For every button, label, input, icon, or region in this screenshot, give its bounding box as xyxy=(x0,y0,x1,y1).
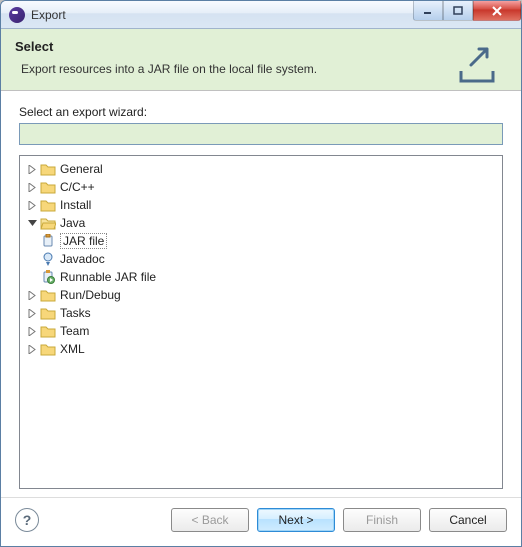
cancel-label: Cancel xyxy=(449,513,486,527)
next-label: Next > xyxy=(278,513,313,527)
collapse-icon[interactable] xyxy=(26,217,38,229)
tree-item-jar-file: JAR file xyxy=(22,232,500,250)
tree-row[interactable]: C/C++ xyxy=(22,178,500,196)
folder-open-icon xyxy=(40,215,56,231)
folder-icon xyxy=(40,161,56,177)
tree-item-team: Team xyxy=(22,322,500,340)
tree-row[interactable]: JAR file xyxy=(22,232,500,250)
folder-icon xyxy=(40,197,56,213)
expand-icon[interactable] xyxy=(26,325,38,337)
tree-label: Run/Debug xyxy=(60,288,121,302)
filter-input[interactable] xyxy=(19,123,503,145)
banner-description: Export resources into a JAR file on the … xyxy=(15,62,507,76)
folder-icon xyxy=(40,323,56,339)
tree-label: Runnable JAR file xyxy=(60,270,156,284)
folder-icon xyxy=(40,341,56,357)
tree-label: Javadoc xyxy=(60,252,105,266)
maximize-button[interactable] xyxy=(443,1,473,21)
expand-icon[interactable] xyxy=(26,163,38,175)
help-button[interactable]: ? xyxy=(15,508,39,532)
tree-row[interactable]: Javadoc xyxy=(22,250,500,268)
leaf-spacer xyxy=(26,253,38,265)
banner: Select Export resources into a JAR file … xyxy=(1,29,521,91)
expand-icon[interactable] xyxy=(26,307,38,319)
tree-item-install: Install xyxy=(22,196,500,214)
button-bar: ? < Back Next > Finish Cancel xyxy=(1,497,521,546)
close-button[interactable] xyxy=(473,1,521,21)
tree-row[interactable]: Tasks xyxy=(22,304,500,322)
tree-row[interactable]: Install xyxy=(22,196,500,214)
export-dialog: Export Select Export resources into a JA… xyxy=(0,0,522,547)
tree-row[interactable]: XML xyxy=(22,340,500,358)
tree-row[interactable]: Team xyxy=(22,322,500,340)
jar-icon xyxy=(40,233,56,249)
tree-label: Java xyxy=(60,216,85,230)
window-title: Export xyxy=(31,8,66,22)
tree-item-javadoc: Javadoc xyxy=(22,250,500,268)
tree-item-java: Java JAR file xyxy=(22,214,500,286)
banner-title: Select xyxy=(15,39,507,54)
tree-item-xml: XML xyxy=(22,340,500,358)
tree-row[interactable]: Run/Debug xyxy=(22,286,500,304)
tree-label: XML xyxy=(60,342,85,356)
tree-label: Team xyxy=(60,324,89,338)
minimize-button[interactable] xyxy=(413,1,443,21)
finish-label: Finish xyxy=(366,513,398,527)
tree-label: General xyxy=(60,162,103,176)
tree-item-general: General xyxy=(22,160,500,178)
next-button[interactable]: Next > xyxy=(257,508,335,532)
leaf-spacer xyxy=(26,235,38,247)
tree-row[interactable]: General xyxy=(22,160,500,178)
tree-label: C/C++ xyxy=(60,180,95,194)
window-controls xyxy=(413,1,521,21)
help-icon: ? xyxy=(23,512,32,528)
tree-label: Tasks xyxy=(60,306,91,320)
tree-row[interactable]: Java xyxy=(22,214,500,232)
javadoc-icon xyxy=(40,251,56,267)
back-button[interactable]: < Back xyxy=(171,508,249,532)
prompt-label: Select an export wizard: xyxy=(19,105,503,119)
tree-item-runnable-jar: Runnable JAR file xyxy=(22,268,500,286)
leaf-spacer xyxy=(26,271,38,283)
tree-item-tasks: Tasks xyxy=(22,304,500,322)
tree-item-cpp: C/C++ xyxy=(22,178,500,196)
expand-icon[interactable] xyxy=(26,289,38,301)
folder-icon xyxy=(40,305,56,321)
titlebar[interactable]: Export xyxy=(1,1,521,29)
expand-icon[interactable] xyxy=(26,181,38,193)
back-label: < Back xyxy=(191,513,228,527)
app-icon xyxy=(9,7,25,23)
cancel-button[interactable]: Cancel xyxy=(429,508,507,532)
tree-item-rundebug: Run/Debug xyxy=(22,286,500,304)
wizard-tree[interactable]: General C/C++ xyxy=(19,155,503,489)
folder-icon xyxy=(40,287,56,303)
tree-row[interactable]: Runnable JAR file xyxy=(22,268,500,286)
runnable-jar-icon xyxy=(40,269,56,285)
finish-button[interactable]: Finish xyxy=(343,508,421,532)
expand-icon[interactable] xyxy=(26,199,38,211)
export-icon xyxy=(455,41,503,88)
tree-label: Install xyxy=(60,198,91,212)
tree-label: JAR file xyxy=(60,233,107,249)
content-area: Select an export wizard: General xyxy=(1,91,521,497)
expand-icon[interactable] xyxy=(26,343,38,355)
folder-icon xyxy=(40,179,56,195)
